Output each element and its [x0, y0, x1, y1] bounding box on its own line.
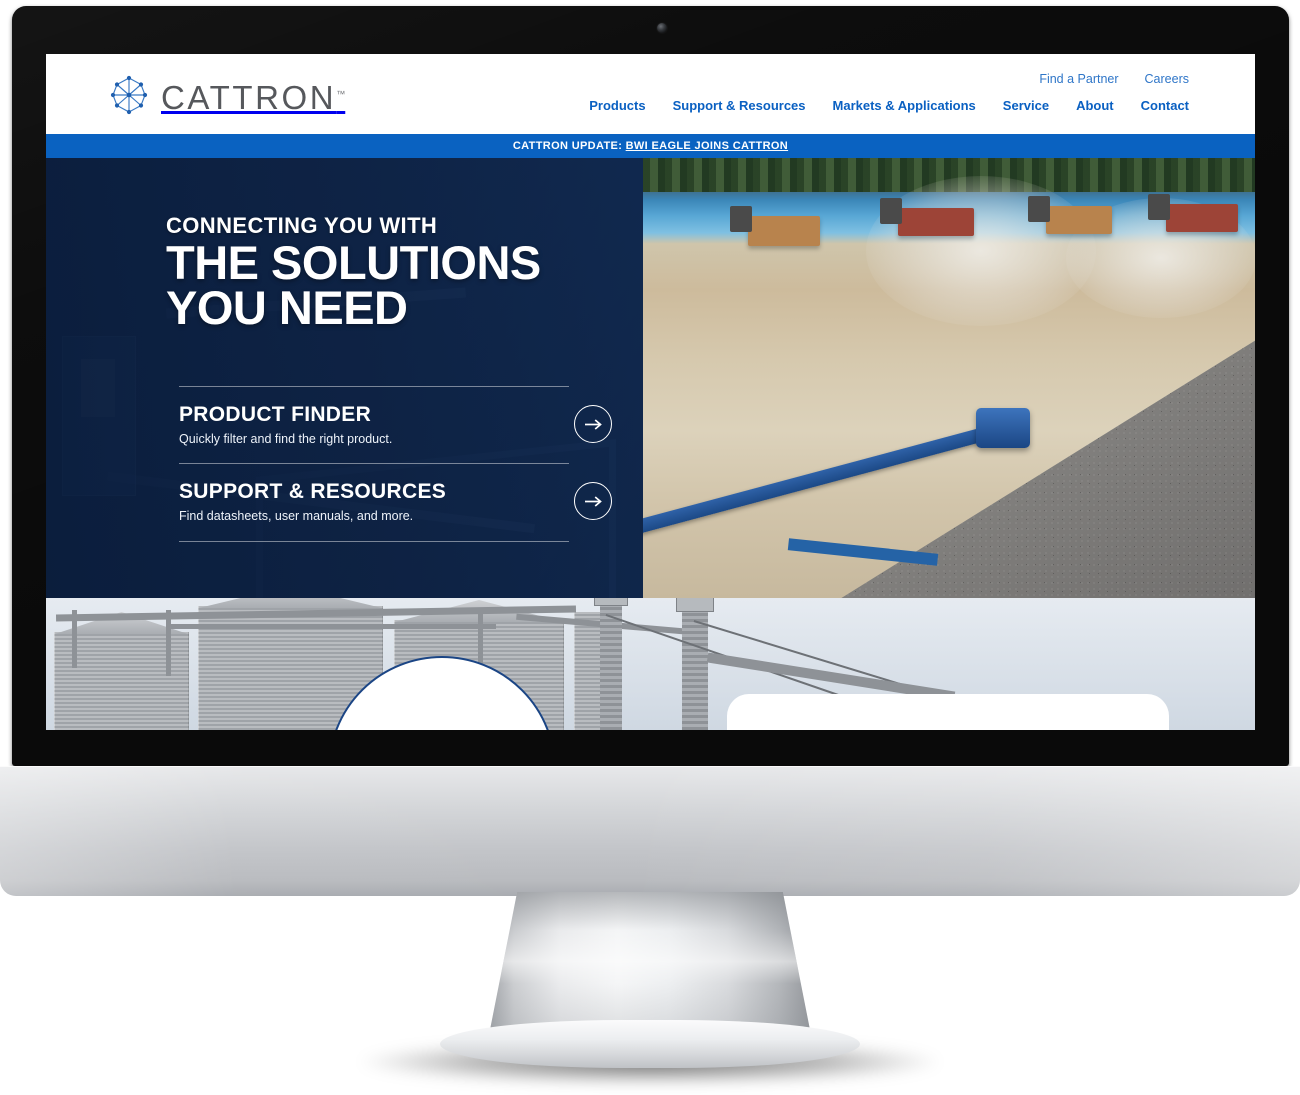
hero-copy-block: CONNECTING YOU WITH THE SOLUTIONS YOU NE… — [166, 213, 586, 331]
nav-item-contact[interactable]: Contact — [1141, 98, 1189, 113]
webcam-dot-icon — [657, 23, 667, 33]
conveyor-tower-decor — [676, 598, 714, 730]
cta-product-finder-subtitle: Quickly filter and find the right produc… — [179, 432, 393, 447]
cta-product-finder[interactable]: PRODUCT FINDER Quickly filter and find t… — [179, 386, 612, 463]
hero-title-line-2: YOU NEED — [166, 280, 408, 334]
truck-cab-decor — [1028, 196, 1050, 222]
main-nav: Products Support & Resources Markets & A… — [589, 98, 1189, 113]
hero-truck-decor — [1028, 196, 1112, 234]
nav-item-about[interactable]: About — [1076, 98, 1114, 113]
hero-truck-decor — [730, 206, 820, 246]
catwalk-support-decor — [72, 610, 77, 668]
hero-cta-list: PRODUCT FINDER Quickly filter and find t… — [179, 386, 612, 542]
tower-head-decor — [676, 598, 714, 612]
truck-cab-decor — [1148, 194, 1170, 220]
hero-truck-decor — [880, 198, 974, 236]
hero-eyebrow: CONNECTING YOU WITH — [166, 213, 438, 238]
wordmark-text: CATTRON — [161, 78, 337, 116]
nav-item-markets-applications[interactable]: Markets & Applications — [833, 98, 976, 113]
cattron-network-hex-icon — [108, 74, 150, 121]
utility-link-careers[interactable]: Careers — [1145, 72, 1189, 86]
hero-section: CONNECTING YOU WITH THE SOLUTIONS YOU NE… — [46, 158, 1255, 598]
nav-item-service[interactable]: Service — [1003, 98, 1049, 113]
catwalk-decor — [166, 624, 496, 629]
cta-product-finder-title: PRODUCT FINDER — [179, 403, 372, 426]
cattron-logo-link[interactable]: CATTRON™ — [108, 74, 345, 121]
lower-image-band — [46, 598, 1255, 730]
truck-cab-decor — [880, 198, 902, 224]
monitor-stand-foot — [440, 1020, 860, 1068]
content-card-peek — [727, 694, 1169, 730]
arrow-right-circle-icon[interactable] — [574, 405, 612, 443]
cta-support-resources[interactable]: SUPPORT & RESOURCES Find datasheets, use… — [179, 463, 612, 542]
catwalk-support-decor — [166, 610, 171, 676]
cta-support-resources-subtitle: Find datasheets, user manuals, and more. — [179, 509, 414, 524]
tower-head-decor — [594, 598, 628, 606]
screen-viewport: CATTRON™ Find a Partner Careers Products… — [46, 54, 1255, 730]
trademark-symbol: ™ — [336, 88, 346, 99]
cattron-wordmark: CATTRON™ — [161, 79, 345, 117]
hero-title: THE SOLUTIONS YOU NEED — [166, 239, 586, 331]
utility-link-find-a-partner[interactable]: Find a Partner — [1039, 72, 1118, 86]
truck-cab-decor — [730, 206, 752, 232]
hero-truck-decor — [1148, 194, 1238, 232]
monitor-chin — [0, 766, 1300, 896]
nav-item-support-resources[interactable]: Support & Resources — [673, 98, 806, 113]
announcement-text: CATTRON UPDATE: BWI EAGLE JOINS CATTRON — [513, 140, 788, 152]
announcement-prefix: CATTRON UPDATE: — [512, 140, 626, 152]
imac-monitor-mockup: CATTRON™ Find a Partner Careers Products… — [0, 0, 1300, 1095]
conveyor-tower-decor — [594, 598, 628, 730]
hero-conveyor-head-decor — [976, 408, 1030, 448]
site-header: CATTRON™ Find a Partner Careers Products… — [46, 54, 1255, 134]
announcement-bar[interactable]: CATTRON UPDATE: BWI EAGLE JOINS CATTRON — [46, 134, 1255, 158]
cta-support-resources-title: SUPPORT & RESOURCES — [179, 480, 447, 504]
nav-item-products[interactable]: Products — [589, 98, 645, 113]
announcement-link[interactable]: BWI EAGLE JOINS CATTRON — [626, 140, 788, 152]
utility-nav: Find a Partner Careers — [1039, 72, 1189, 86]
monitor-stand-neck — [488, 892, 812, 1040]
